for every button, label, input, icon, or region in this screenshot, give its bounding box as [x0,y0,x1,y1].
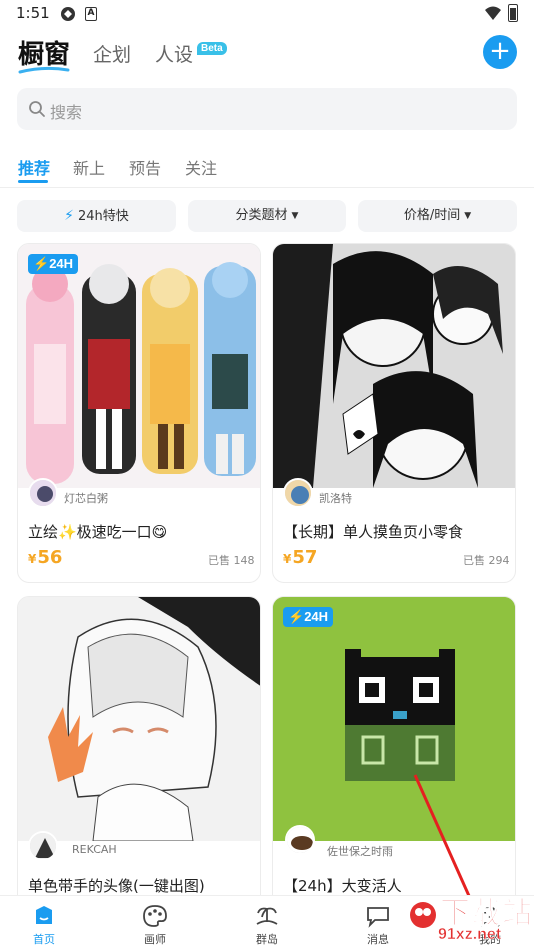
nav-label: 群岛 [256,933,278,946]
filter-label: 价格/时间 [403,208,461,223]
message-icon [367,907,389,928]
product-title: 【长期】单人摸鱼页小零食 [283,523,464,541]
product-price: ¥56 [28,547,63,568]
product-card[interactable]: ⚡24H 灯芯白粥 立绘✨极速吃一口😋 ¥56 已售 148 [17,243,261,583]
avatar[interactable] [28,831,58,861]
active-tab-indicator [18,180,48,183]
status-bar: 1:51 A [0,0,534,28]
caret-down-icon: ▼ [464,211,472,221]
plus-icon: + [489,36,511,66]
battery-icon [508,4,518,22]
avatar[interactable] [283,478,313,508]
filter-category[interactable]: 分类题材 ▼ [188,200,346,232]
nav-label: 消息 [367,933,389,946]
tab-new[interactable]: 新上 [73,155,105,179]
nav-artists[interactable]: 画师 [120,896,190,950]
product-price: ¥57 [283,547,318,568]
sold-count: 已售 148 [208,554,255,567]
notification-icon: A [85,7,97,21]
fast-badge: ⚡24H [28,254,79,274]
lightning-icon: ⚡ [288,609,305,624]
lightning-icon: ⚡ [64,208,75,224]
artist-name[interactable]: 佐世保之时雨 [327,843,393,859]
add-button[interactable]: + [483,35,517,69]
fast-badge: ⚡24H [283,607,334,627]
vpn-icon [61,7,75,21]
caret-down-icon: ▼ [291,211,299,221]
search-placeholder: 搜索 [50,103,83,122]
tab-persona[interactable]: 人设 [155,40,193,67]
product-title: 单色带手的头像(一键出图) [28,877,205,895]
divider [0,187,534,188]
avatar[interactable] [28,478,58,508]
product-image: ⚡24H [273,597,515,841]
tab-preview[interactable]: 预告 [129,155,161,179]
search-bar[interactable]: 搜索 [17,88,517,130]
tab-plan[interactable]: 企划 [93,40,131,67]
palette-icon [143,905,167,927]
nav-islands[interactable]: 群岛 [232,896,302,950]
beta-badge: Beta [197,42,227,55]
tab-follow[interactable]: 关注 [185,155,217,179]
product-image [18,597,260,841]
home-icon [36,906,52,924]
product-image [273,244,515,488]
artist-name[interactable]: REKCAH [72,843,117,856]
filter-label: 分类题材 [235,208,288,223]
filter-price-time[interactable]: 价格/时间 ▼ [358,200,517,232]
nav-label: 首页 [33,933,55,946]
filter-24h-fast[interactable]: ⚡ 24h特快 [17,200,176,232]
product-title: 立绘✨极速吃一口😋 [28,523,168,541]
product-image: ⚡24H [18,244,260,488]
product-card[interactable]: REKCAH 单色带手的头像(一键出图) [17,596,261,916]
nav-label: 画师 [144,933,166,946]
artist-name[interactable]: 凯洛特 [319,490,352,506]
wifi-icon [485,6,501,20]
tab-recommend[interactable]: 推荐 [18,155,50,179]
search-icon [29,101,45,117]
product-title: 【24h】大变活人 [283,877,402,895]
brand-underline [18,66,70,74]
lightning-icon: ⚡ [33,256,50,271]
avatar[interactable] [285,825,315,855]
artist-name[interactable]: 灯芯白粥 [64,490,108,506]
nav-home[interactable]: 首页 [9,896,79,950]
nav-messages[interactable]: 消息 [343,896,413,950]
island-icon [256,907,278,925]
watermark: 下载站 91xz.net [408,888,534,950]
sold-count: 已售 294 [463,554,510,567]
product-card[interactable]: ⚡24H 佐世保之时雨 【24h】大变活人 [272,596,516,916]
product-card[interactable]: 凯洛特 【长期】单人摸鱼页小零食 ¥57 已售 294 [272,243,516,583]
watermark-url: 91xz.net [438,926,502,944]
status-time: 1:51 [16,4,50,22]
watermark-logo-icon [410,902,436,928]
filter-label: 24h特快 [78,209,129,224]
